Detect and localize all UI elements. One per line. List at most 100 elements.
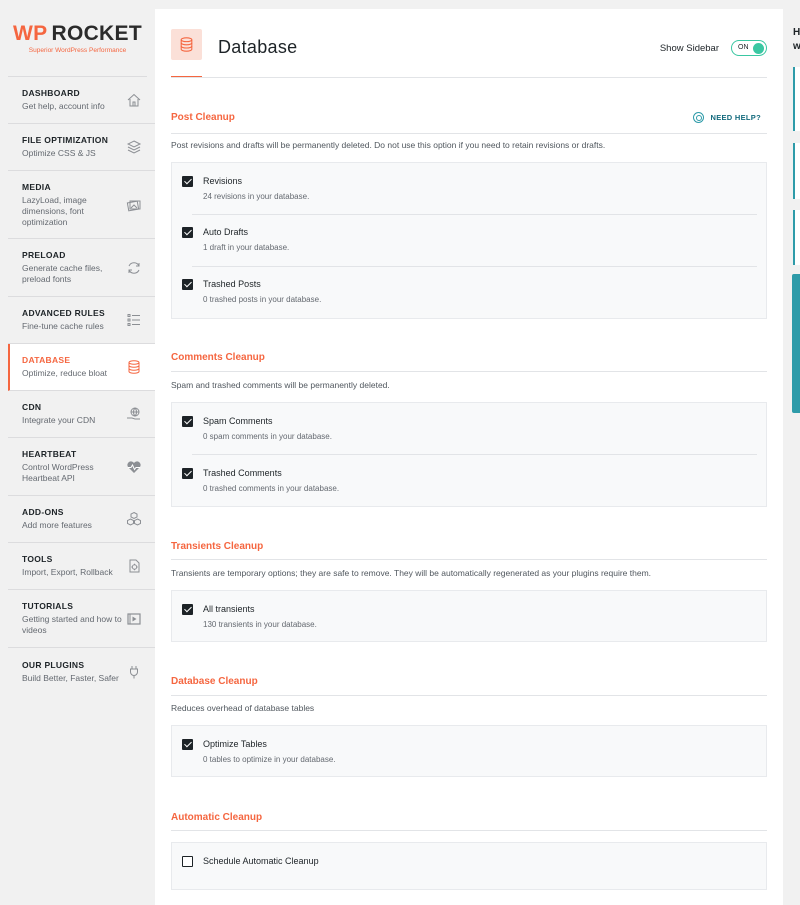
show-sidebar-control: Show Sidebar ON — [660, 40, 767, 56]
all-transients-checkbox[interactable] — [182, 604, 193, 615]
right-sidebar-heading-fragment: w — [793, 41, 800, 52]
section-divider — [171, 371, 767, 372]
section-description: Post revisions and drafts will be perman… — [171, 140, 606, 150]
sidebar-item-title: OUR PLUGINS — [22, 659, 85, 670]
option-description: 0 trashed posts in your database. — [203, 295, 322, 304]
trashed-comments-checkbox[interactable] — [182, 468, 193, 479]
option-description: 0 tables to optimize in your database. — [203, 755, 336, 764]
database-icon — [171, 29, 202, 60]
sidebar-item-tools[interactable]: TOOLS Import, Export, Rollback — [8, 543, 155, 590]
sidebar-item-desc: Integrate your CDN — [22, 415, 96, 425]
sidebar: WP ROCKET Superior WordPress Performance… — [0, 0, 155, 905]
options-box: Revisions 24 revisions in your database.… — [171, 162, 767, 319]
sidebar-item-title: PRELOAD — [22, 250, 66, 260]
options-box: Schedule Automatic Cleanup — [171, 842, 767, 890]
sidebar-item-desc: Fine-tune cache rules — [22, 321, 104, 331]
refresh-icon — [125, 259, 143, 277]
sidebar-item-desc: LazyLoad, image dimensions, font optimiz… — [22, 194, 87, 227]
sidebar-item-add-ons[interactable]: ADD-ONS Add more features — [8, 496, 155, 543]
option-label: Revisions — [203, 176, 243, 186]
video-icon — [125, 610, 143, 628]
options-box: All transients 130 transients in your da… — [171, 590, 767, 642]
sidebar-item-cdn[interactable]: CDN Integrate your CDN — [8, 391, 155, 438]
sidebar-item-dashboard[interactable]: DASHBOARD Get help, account info — [8, 77, 155, 124]
header-divider — [171, 77, 767, 78]
plug-icon — [125, 663, 143, 681]
trashed-posts-checkbox[interactable] — [182, 279, 193, 290]
section-description: Reduces overhead of database tables — [171, 703, 315, 713]
sidebar-item-heartbeat[interactable]: HEARTBEAT Control WordPress Heartbeat API — [8, 438, 155, 496]
right-sidebar-card[interactable] — [793, 210, 800, 265]
page-title: Database — [218, 37, 298, 57]
sidebar-item-title: TUTORIALS — [22, 601, 74, 611]
section-description: Spam and trashed comments will be perman… — [171, 380, 390, 390]
section-divider — [171, 133, 767, 134]
section-title: Transients Cleanup — [171, 541, 264, 552]
schedule-automatic-cleanup-checkbox[interactable] — [182, 856, 193, 867]
section-comments-cleanup: Comments Cleanup Spam and trashed commen… — [171, 352, 767, 507]
sidebar-item-desc: Getting started and how to videos — [22, 614, 122, 635]
sidebar-item-media[interactable]: MEDIA LazyLoad, image dimensions, font op… — [8, 171, 155, 239]
logo[interactable]: WP ROCKET Superior WordPress Performance — [8, 0, 147, 77]
show-sidebar-label: Show Sidebar — [659, 42, 719, 54]
need-help-link[interactable]: NEED HELP? — [693, 112, 761, 123]
sidebar-item-title: MEDIA — [22, 181, 51, 192]
option-divider — [192, 266, 757, 267]
sidebar-item-desc: Optimize CSS & JS — [22, 148, 96, 158]
database-icon — [125, 358, 143, 376]
option-description: 0 spam comments in your database. — [203, 432, 332, 441]
option-label: Schedule Automatic Cleanup — [203, 856, 319, 866]
sidebar-item-desc: Optimize, reduce bloat — [22, 368, 108, 378]
show-sidebar-toggle[interactable]: ON — [731, 40, 767, 56]
sidebar-item-title: DATABASE — [22, 355, 71, 365]
section-transients-cleanup: Transients Cleanup Transients are tempor… — [171, 541, 767, 642]
cubes-icon — [125, 510, 143, 528]
section-title: Database Cleanup — [171, 676, 258, 687]
spam-comments-checkbox[interactable] — [182, 416, 193, 427]
sidebar-item-title: DASHBOARD — [22, 88, 80, 98]
right-sidebar: H w — [783, 0, 800, 905]
right-sidebar-card[interactable] — [793, 67, 800, 131]
section-title: Comments Cleanup — [171, 352, 265, 363]
sidebar-item-desc: Generate cache files, preload fonts — [22, 263, 103, 284]
sidebar-item-desc: Add more features — [22, 520, 92, 530]
layers-icon — [125, 138, 143, 156]
section-divider — [171, 559, 767, 560]
sidebar-item-our-plugins[interactable]: OUR PLUGINS Build Better, Faster, Safer — [8, 648, 155, 695]
lifebuoy-icon — [693, 112, 705, 123]
sidebar-item-title: FILE OPTIMIZATION — [22, 135, 109, 145]
optimize-tables-checkbox[interactable] — [182, 739, 193, 750]
section-divider — [171, 695, 767, 696]
sidebar-item-file-optimization[interactable]: FILE OPTIMIZATION Optimize CSS & JS — [8, 124, 155, 171]
logo-tagline: Superior WordPress Performance — [28, 47, 127, 54]
right-sidebar-highlight-card[interactable] — [792, 274, 800, 413]
right-sidebar-heading-fragment: H — [793, 27, 800, 38]
sidebar-item-title: HEARTBEAT — [22, 449, 77, 459]
toggle-label: ON — [738, 44, 749, 51]
sidebar-item-tutorials[interactable]: TUTORIALS Getting started and how to vide… — [8, 590, 155, 648]
option-label: Trashed Posts — [203, 279, 261, 289]
option-description: 130 transients in your database. — [203, 620, 317, 629]
sidebar-item-title: TOOLS — [22, 554, 53, 564]
section-database-cleanup: Database Cleanup Reduces overhead of dat… — [171, 676, 767, 777]
sidebar-item-title: ADVANCED RULES — [22, 308, 105, 318]
option-divider — [192, 214, 757, 215]
option-description: 24 revisions in your database. — [203, 192, 310, 201]
list-icon — [125, 311, 143, 329]
right-sidebar-card[interactable] — [793, 143, 800, 199]
sidebar-item-title: ADD-ONS — [22, 507, 64, 517]
auto-drafts-checkbox[interactable] — [182, 227, 193, 238]
sidebar-item-desc: Control WordPress Heartbeat API — [22, 462, 94, 483]
main-panel: Database Show Sidebar ON Post Cleanup NE… — [155, 9, 783, 905]
sidebar-item-preload[interactable]: PRELOAD Generate cache files, preload fon… — [8, 239, 155, 297]
sidebar-item-desc: Import, Export, Rollback — [22, 567, 113, 577]
revisions-checkbox[interactable] — [182, 176, 193, 187]
option-label: Optimize Tables — [203, 739, 267, 749]
option-label: All transients — [203, 604, 255, 614]
globe-hand-icon — [125, 405, 143, 423]
sidebar-item-database[interactable]: DATABASE Optimize, reduce bloat — [8, 344, 155, 391]
sidebar-item-desc: Get help, account info — [22, 101, 105, 111]
sidebar-item-advanced-rules[interactable]: ADVANCED RULES Fine-tune cache rules — [8, 297, 155, 344]
section-divider — [171, 830, 767, 831]
images-icon — [125, 196, 143, 214]
